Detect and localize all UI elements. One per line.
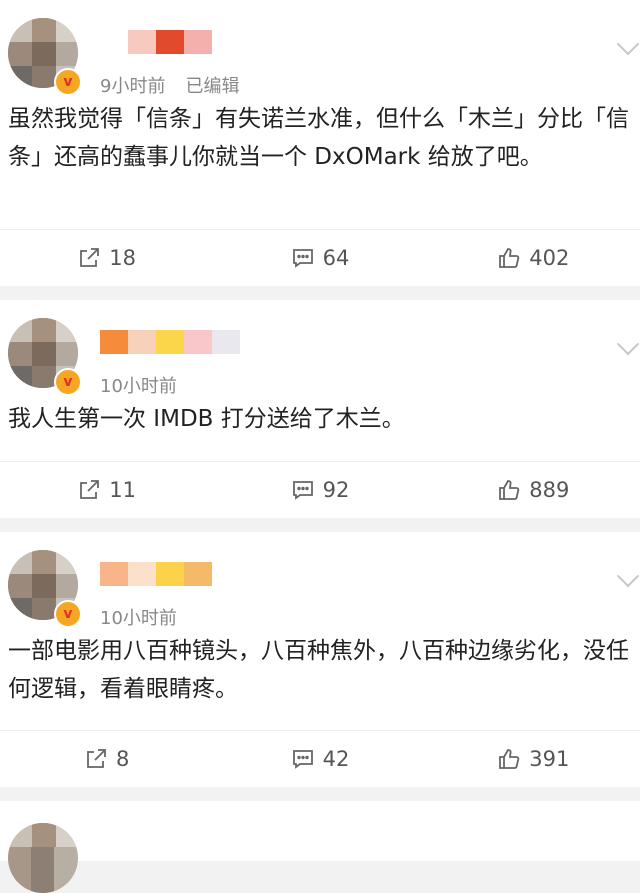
user-avatar[interactable]	[8, 823, 78, 893]
redaction-block	[184, 562, 212, 586]
post-time: 10小时前	[100, 376, 177, 397]
post-meta: 10小时前	[100, 372, 177, 398]
like-icon	[499, 248, 520, 268]
comment-header: v 9小时前 已编辑	[0, 0, 640, 97]
post-meta: 10小时前	[100, 604, 177, 630]
redaction-block	[156, 330, 184, 354]
repost-button[interactable]: 11	[0, 478, 213, 502]
like-button[interactable]: 889	[427, 478, 640, 502]
comment-count: 92	[322, 478, 350, 502]
like-count: 889	[529, 478, 570, 502]
post-meta: 9小时前 已编辑	[100, 72, 239, 98]
edited-label: 已编辑	[185, 76, 240, 97]
chevron-down-icon[interactable]	[616, 32, 640, 56]
redaction-block	[128, 30, 156, 54]
chevron-down-icon[interactable]	[616, 332, 640, 356]
comment-count: 42	[322, 747, 350, 771]
comment-text: 一部电影用八百种镜头，八百种焦外，八百种边缘劣化，没任何逻辑，看着眼睛疼。	[8, 638, 629, 702]
comment-header: v 10小时前	[0, 300, 640, 397]
comment-text: 虽然我觉得「信条」有失诺兰水准，但什么「木兰」分比「信条」还高的蠢事儿你就当一个…	[8, 106, 629, 170]
repost-count: 8	[115, 747, 130, 771]
verified-badge-icon: v	[54, 68, 82, 96]
verified-badge-icon: v	[54, 368, 82, 396]
weibo-comment-feed: v 9小时前 已编辑 虽然我觉得「信条」有失诺兰水准，但什么「木兰」分比「信条」还…	[0, 0, 640, 893]
repost-count: 18	[109, 246, 137, 270]
username-redacted[interactable]	[100, 30, 240, 54]
comment-count: 64	[322, 246, 350, 270]
redaction-block	[128, 330, 156, 354]
post-time: 10小时前	[100, 608, 177, 629]
post-time: 9小时前	[100, 76, 166, 97]
comment-header: v 10小时前	[0, 532, 640, 629]
verified-badge-icon: v	[54, 600, 82, 628]
redaction-block	[128, 562, 156, 586]
comment-card: v 10小时前 我人生第一次 IMDB 打分送给了木兰。 11 92 889	[0, 300, 640, 518]
repost-button[interactable]: 18	[0, 246, 213, 270]
redaction-block	[184, 30, 212, 54]
like-icon	[499, 480, 520, 500]
comment-icon	[292, 249, 313, 268]
next-comment-card-partial	[0, 801, 640, 893]
redaction-block	[212, 30, 240, 54]
comment-button[interactable]: 42	[213, 747, 426, 771]
comment-icon	[292, 481, 313, 500]
redaction-block	[156, 30, 184, 54]
comment-actions: 18 64 402	[0, 229, 640, 286]
like-icon	[499, 749, 520, 769]
like-button[interactable]: 391	[427, 747, 640, 771]
comment-actions: 8 42 391	[0, 730, 640, 787]
comment-actions: 11 92 889	[0, 461, 640, 518]
like-count: 391	[529, 747, 570, 771]
comment-button[interactable]: 92	[213, 478, 426, 502]
redaction-block	[156, 562, 184, 586]
redaction-block	[100, 330, 128, 354]
redaction-block	[212, 562, 240, 586]
like-count: 402	[529, 246, 570, 270]
redaction-block	[212, 330, 240, 354]
redaction-block	[100, 562, 128, 586]
username-redacted[interactable]	[100, 562, 240, 586]
comment-icon	[292, 750, 313, 769]
comment-card: v 9小时前 已编辑 虽然我觉得「信条」有失诺兰水准，但什么「木兰」分比「信条」还…	[0, 0, 640, 286]
repost-icon	[80, 480, 100, 499]
comment-text: 我人生第一次 IMDB 打分送给了木兰。	[8, 406, 405, 432]
redaction-block	[100, 30, 128, 54]
repost-button[interactable]: 8	[0, 747, 213, 771]
chevron-down-icon[interactable]	[616, 564, 640, 588]
redaction-block	[184, 330, 212, 354]
repost-count: 11	[109, 478, 137, 502]
comment-button[interactable]: 64	[213, 246, 426, 270]
like-button[interactable]: 402	[427, 246, 640, 270]
repost-icon	[80, 248, 100, 267]
comment-card: v 10小时前 一部电影用八百种镜头，八百种焦外，八百种边缘劣化，没任何逻辑，看…	[0, 532, 640, 787]
repost-icon	[87, 749, 106, 768]
username-redacted[interactable]	[100, 330, 240, 354]
